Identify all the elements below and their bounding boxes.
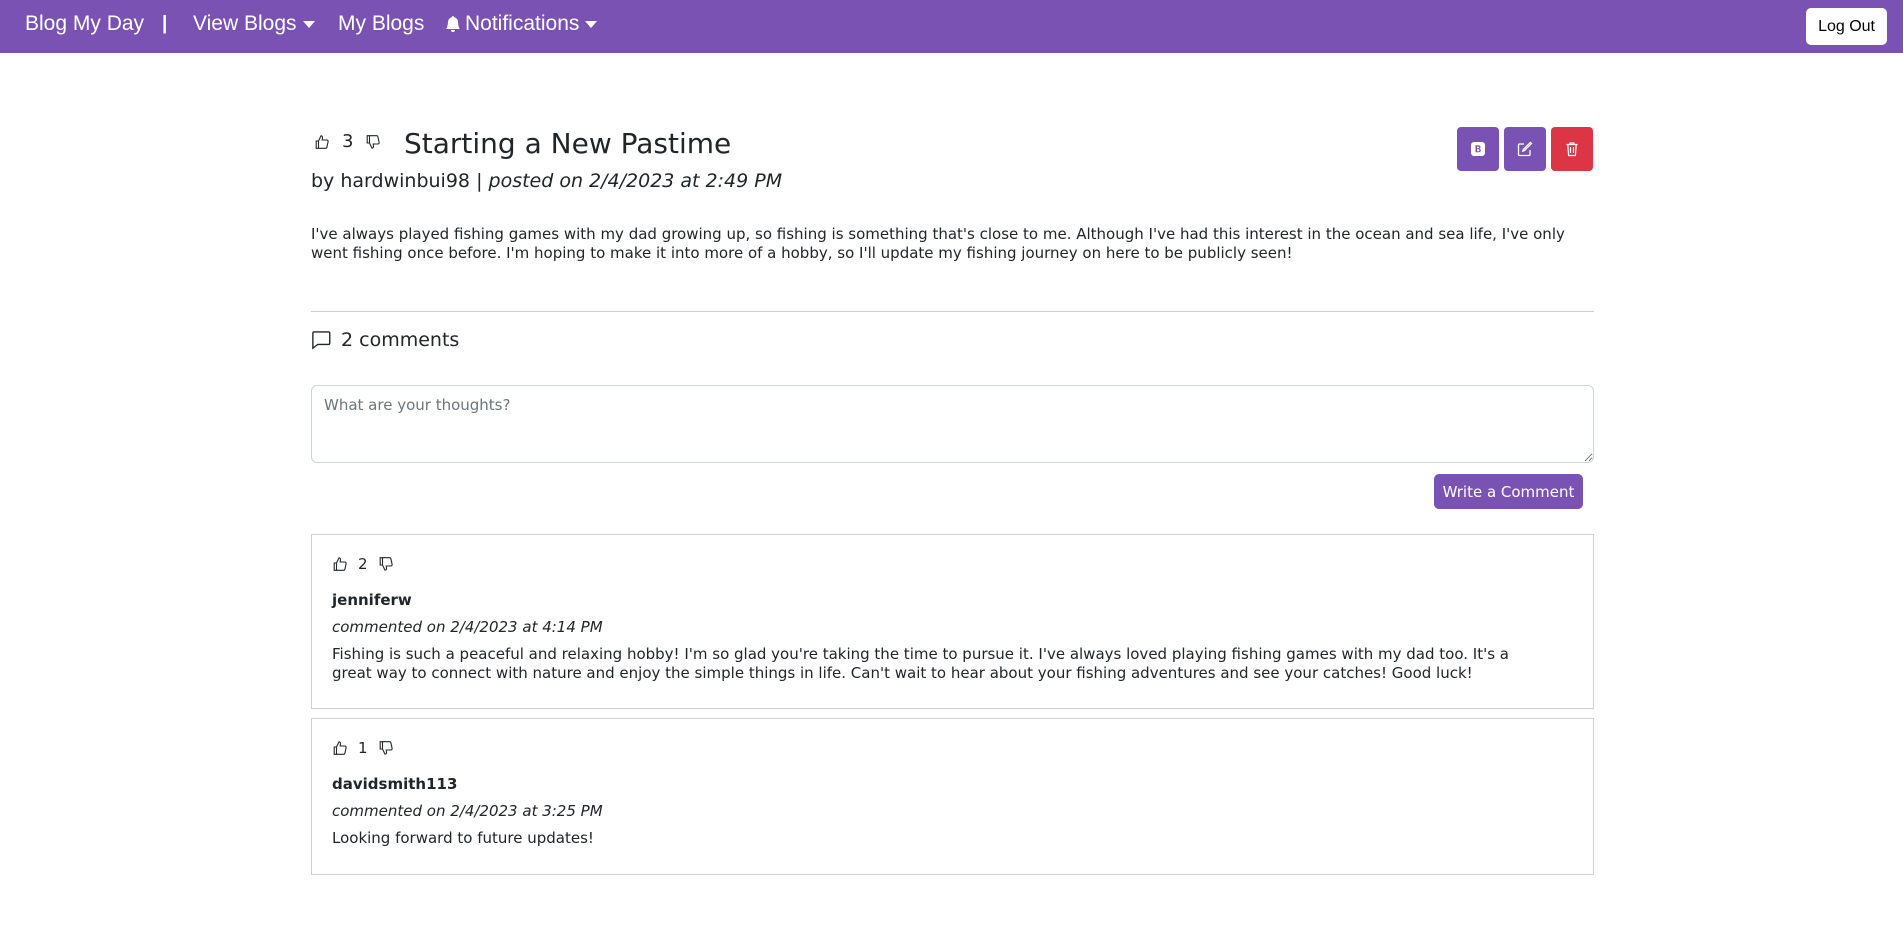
comment-author: jenniferw (332, 591, 412, 609)
comment-vote-count: 1 (358, 739, 368, 757)
thumbs-down-icon[interactable] (365, 133, 381, 151)
top-navbar: Blog My Day | View Blogs My Blogs Notifi… (0, 0, 1903, 53)
my-blogs-link[interactable]: My Blogs (338, 12, 424, 36)
comment-vote-count: 2 (358, 555, 368, 573)
logout-button[interactable]: Log Out (1806, 8, 1887, 45)
trash-icon (1566, 142, 1578, 157)
post-actions (1457, 127, 1593, 171)
write-comment-button[interactable]: Write a Comment (1434, 474, 1583, 509)
post-byline: by hardwinbui98 | posted on 2/4/2023 at … (311, 170, 782, 192)
thumbs-down-icon[interactable] (378, 739, 394, 757)
comment-input[interactable] (311, 385, 1594, 463)
post-vote-control: 3 (314, 131, 381, 152)
thumbs-up-icon[interactable] (314, 133, 330, 151)
byline-separator: | (476, 170, 483, 192)
edit-icon (1517, 141, 1533, 157)
bold-icon (1471, 142, 1485, 156)
view-blogs-dropdown[interactable]: View Blogs (193, 12, 315, 36)
chevron-down-icon (585, 20, 598, 28)
brand-link[interactable]: Blog My Day (25, 12, 144, 36)
comments-header: 2 comments (311, 329, 459, 351)
comment-date: commented on 2/4/2023 at 4:14 PM (332, 618, 603, 636)
comment-vote-control: 1 (332, 739, 394, 757)
chat-icon (312, 331, 331, 350)
my-blogs-label: My Blogs (338, 12, 425, 35)
post-author: hardwinbui98 (340, 170, 471, 192)
notifications-label: Notifications (465, 12, 580, 35)
thumbs-up-icon[interactable] (332, 555, 348, 573)
post-divider (311, 311, 1594, 312)
thumbs-down-icon[interactable] (378, 555, 394, 573)
post-body: I've always played fishing games with my… (311, 225, 1565, 262)
comment-author: davidsmith113 (332, 775, 458, 793)
view-blogs-label: View Blogs (193, 12, 297, 35)
edit-post-button[interactable] (1504, 127, 1546, 171)
post-vote-count: 3 (342, 131, 354, 152)
bold-button[interactable] (1457, 127, 1499, 171)
comments-count: 2 comments (341, 329, 460, 351)
notifications-dropdown[interactable]: Notifications (445, 12, 598, 36)
comment-date: commented on 2/4/2023 at 3:25 PM (332, 802, 603, 820)
comment-card: 1 davidsmith113 commented on 2/4/2023 at… (311, 718, 1594, 875)
comment-text: Fishing is such a peaceful and relaxing … (332, 645, 1509, 682)
thumbs-up-icon[interactable] (332, 739, 348, 757)
bell-icon (446, 15, 460, 33)
comment-vote-control: 2 (332, 555, 394, 573)
delete-post-button[interactable] (1551, 127, 1593, 171)
comment-card: 2 jenniferw commented on 2/4/2023 at 4:1… (311, 534, 1594, 709)
nav-separator: | (162, 13, 168, 34)
chevron-down-icon (302, 20, 315, 28)
author-prefix: by (311, 170, 335, 192)
comment-text: Looking forward to future updates! (332, 829, 594, 847)
post-title: Starting a New Pastime (404, 127, 732, 160)
post-date: posted on 2/4/2023 at 2:49 PM (488, 170, 783, 192)
